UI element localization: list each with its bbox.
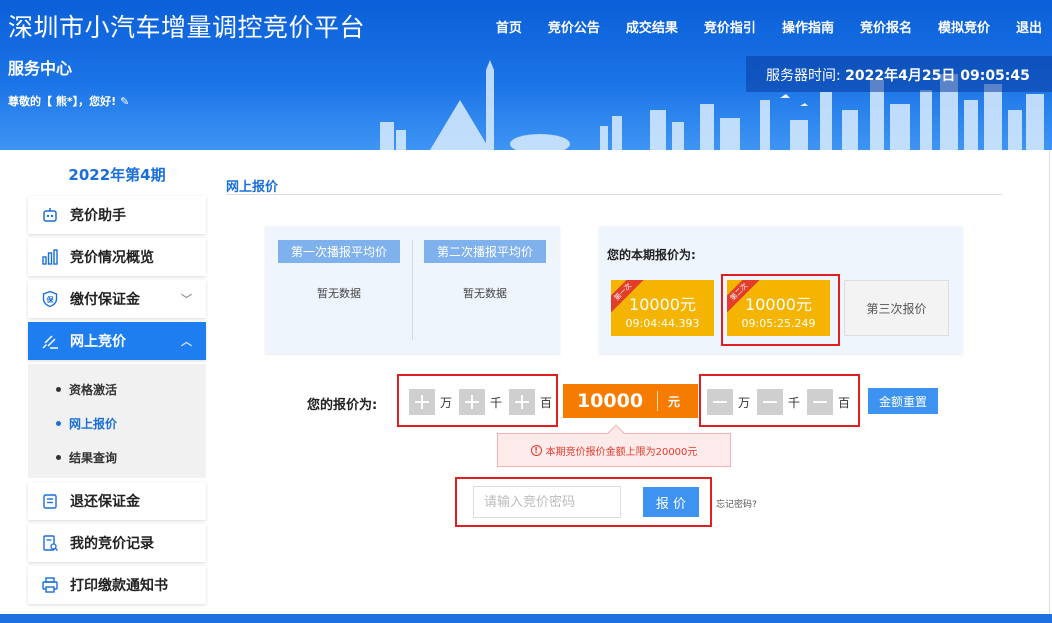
sidebar-item-label: 我的竞价记录 (70, 536, 154, 552)
sidebar-item-label: 退还保证金 (70, 494, 140, 510)
first-average-label: 第一次播报平均价 (278, 240, 400, 263)
server-time: 服务器时间: 2022年4月25日 09:05:45 (746, 56, 1052, 92)
plus-ten-thousand-button[interactable]: + (409, 389, 435, 415)
price-unit: 元 (668, 394, 681, 409)
sidebar-item-label: 竞价助手 (70, 208, 126, 224)
sidebar-item-refund-deposit[interactable]: 退还保证金 (28, 482, 206, 520)
svg-text:保: 保 (46, 295, 55, 304)
tooltip-caret (607, 424, 625, 442)
submenu-label: 结果查询 (69, 450, 118, 465)
minus-thousand-button[interactable]: − (757, 389, 784, 415)
warning-icon: ! (530, 444, 542, 456)
warning-text: 本期竞价报价金额上限为20000元 (545, 446, 698, 458)
footer-bar (0, 614, 1052, 623)
sidebar-item-online-bid[interactable]: 网上竞价 ︿ (28, 322, 206, 360)
my-bids-title: 您的本期报价为: (607, 248, 696, 262)
unit-label: 百 (540, 395, 553, 410)
sidebar: 2022年第4期 竞价助手 竞价情况概览 保 缴付保证金 ﹀ 网上竞价 ︿ 资格… (28, 160, 206, 608)
unit-label: 万 (440, 395, 453, 410)
sidebar-item-bid-assistant[interactable]: 竞价助手 (28, 196, 206, 234)
sidebar-item-pay-deposit[interactable]: 保 缴付保证金 ﹀ (28, 280, 206, 318)
unit-label: 万 (738, 395, 751, 410)
unit-label: 千 (788, 395, 801, 410)
chevron-up-icon: ︿ (181, 335, 192, 348)
bid-period: 2022年第4期 (68, 166, 166, 184)
nav-logout[interactable]: 退出 (1003, 17, 1048, 36)
third-bid-card: 第三次报价 (844, 280, 949, 336)
unit-label: 百 (838, 395, 851, 410)
site-title: 深圳市小汽车增量调控竞价平台 (8, 13, 366, 42)
nav-mock-bid[interactable]: 模拟竞价 (925, 17, 1003, 36)
user-greeting: 尊敬的【 熊*】，您好! ✎ (8, 93, 129, 109)
nav-results[interactable]: 成交结果 (613, 17, 691, 36)
nav-operation-guide[interactable]: 操作指南 (769, 17, 847, 36)
first-average-column: 第一次播报平均价 暂无数据 (278, 240, 400, 301)
bid-label: 您的报价为: (307, 398, 378, 413)
chevron-down-icon: ﹀ (181, 293, 192, 306)
submenu-item-online-quote[interactable]: 网上报价 (56, 406, 206, 440)
increment-group: + 万 + 千 + 百 (409, 387, 559, 417)
printer-icon (40, 575, 60, 595)
robot-icon (40, 205, 60, 225)
server-time-value: 2022年4月25日 09:05:45 (845, 68, 1030, 84)
online-bid-submenu: 资格激活 网上报价 结果查询 (28, 364, 206, 478)
unit-label: 千 (490, 395, 503, 410)
submenu-item-result-query[interactable]: 结果查询 (56, 440, 206, 474)
bar-chart-icon (40, 247, 60, 267)
first-bid-card: 第一次 10000元 09:04:44.393 (611, 280, 714, 336)
second-average-value: 暂无数据 (463, 287, 507, 300)
price-display: 10000 元 (563, 384, 698, 418)
shield-deposit-icon: 保 (40, 289, 60, 309)
sidebar-item-label: 打印缴款通知书 (70, 578, 168, 594)
minus-hundred-button[interactable]: − (807, 389, 834, 415)
greeting-text: 尊敬的【 熊*】，您好! (8, 95, 117, 108)
page-edge-line (1049, 150, 1050, 614)
record-icon (40, 533, 60, 553)
column-divider (412, 240, 413, 340)
sidebar-item-bid-overview[interactable]: 竞价情况概览 (28, 238, 206, 276)
price-separator (657, 391, 658, 411)
highlight-box (721, 274, 840, 346)
submenu-label: 网上报价 (69, 416, 118, 431)
price-limit-warning: ! 本期竞价报价金额上限为20000元 (497, 424, 731, 467)
reset-amount-button[interactable]: 金额重置 (868, 388, 938, 414)
section-title: 网上报价 (226, 180, 279, 195)
price-value: 10000 (576, 390, 644, 412)
decrement-group: − 万 − 千 − 百 (707, 387, 857, 417)
average-price-panel: 第一次播报平均价 暂无数据 第二次播报平均价 暂无数据 (265, 226, 560, 354)
section-divider (226, 194, 1002, 195)
nav-home[interactable]: 首页 (483, 17, 535, 36)
submenu-item-qualification-activation[interactable]: 资格激活 (56, 372, 206, 406)
submit-bid-button[interactable]: 报 价 (643, 487, 699, 517)
bid-time: 09:04:44.393 (625, 317, 700, 330)
first-average-value: 暂无数据 (317, 287, 361, 300)
sidebar-item-print-notice[interactable]: 打印缴款通知书 (28, 566, 206, 604)
bullet-icon (56, 386, 61, 392)
nav-announcement[interactable]: 竞价公告 (535, 17, 613, 36)
plus-thousand-button[interactable]: + (459, 389, 486, 415)
minus-ten-thousand-button[interactable]: − (707, 389, 733, 415)
server-time-label: 服务器时间: (766, 68, 841, 84)
forgot-password-link[interactable]: 忘记密码? (716, 497, 757, 510)
sidebar-item-label: 网上竞价 (70, 334, 126, 350)
gavel-icon (40, 331, 60, 351)
header: 深圳市小汽车增量调控竞价平台 服务中心 尊敬的【 熊*】，您好! ✎ 首页 竞价… (0, 0, 1052, 150)
bullet-icon (56, 420, 61, 426)
bullet-icon (56, 454, 61, 460)
sidebar-item-my-bid-records[interactable]: 我的竞价记录 (28, 524, 206, 562)
sidebar-item-label: 竞价情况概览 (70, 250, 154, 266)
second-average-column: 第二次播报平均价 暂无数据 (424, 240, 546, 301)
sidebar-item-label: 缴付保证金 (70, 292, 140, 308)
service-center-title: 服务中心 (8, 59, 73, 78)
bid-password-input[interactable] (473, 486, 621, 518)
nav-bid-registration[interactable]: 竞价报名 (847, 17, 925, 36)
refund-icon (40, 491, 60, 511)
second-average-label: 第二次播报平均价 (424, 240, 546, 263)
edit-pencil-icon[interactable]: ✎ (120, 95, 129, 108)
top-nav: 首页 竞价公告 成交结果 竞价指引 操作指南 竞价报名 模拟竞价 退出 (483, 17, 1048, 36)
plus-hundred-button[interactable]: + (509, 389, 536, 415)
nav-bid-guide[interactable]: 竞价指引 (691, 17, 769, 36)
submenu-label: 资格激活 (69, 382, 118, 397)
